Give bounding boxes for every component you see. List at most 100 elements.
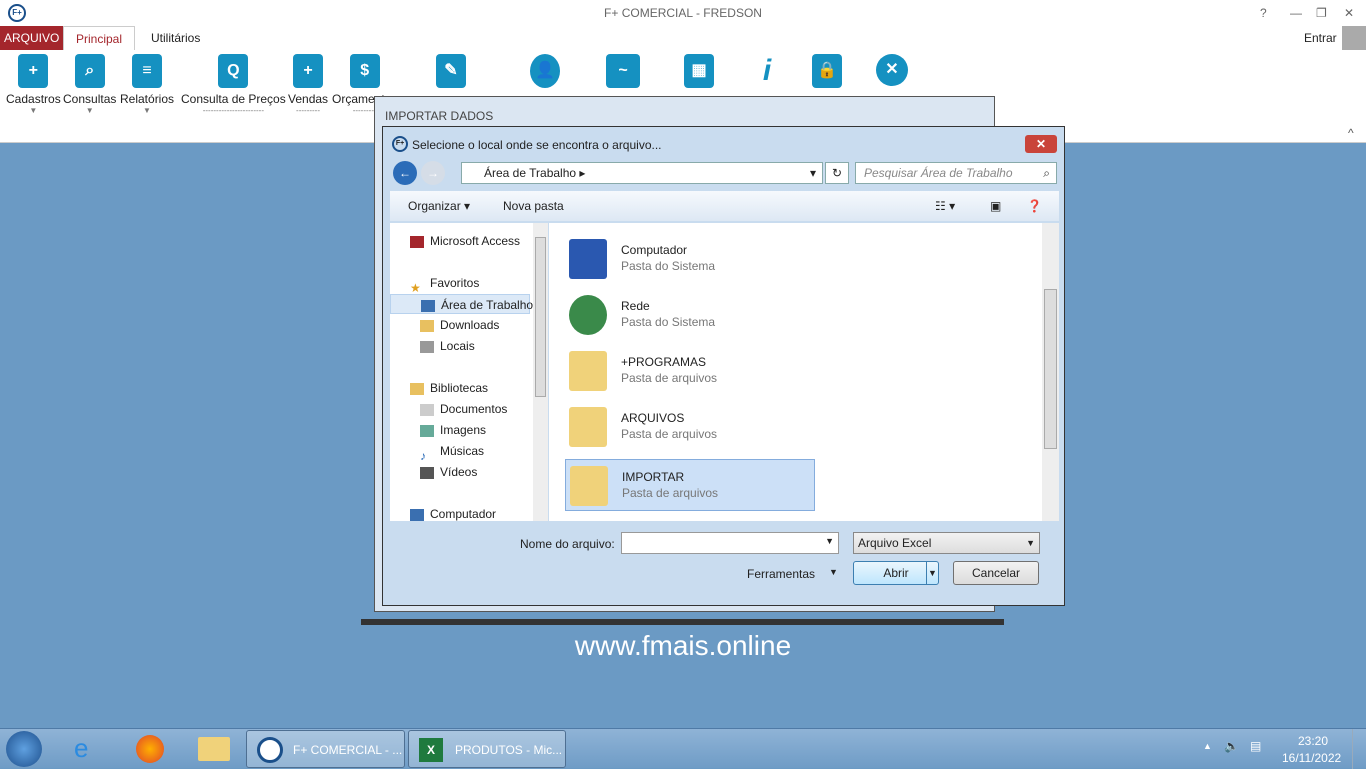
user-lock-button[interactable]: 🔒	[812, 54, 842, 88]
tools-menu[interactable]: Ferramentas	[747, 567, 815, 581]
videos-icon	[420, 466, 434, 479]
avatar[interactable]	[1342, 26, 1366, 50]
dialog-close-button[interactable]: ✕	[1025, 135, 1057, 153]
tab-arquivo[interactable]: ARQUIVO	[0, 26, 64, 50]
service-order-icon: ✎	[436, 54, 466, 88]
search-input[interactable]: Pesquisar Área de Trabalho ⌕	[855, 162, 1057, 184]
filetype-select[interactable]: Arquivo Excel ▼	[853, 532, 1040, 554]
tree-item-imagens[interactable]: Imagens	[420, 420, 486, 440]
internet-explorer-icon[interactable]: e	[74, 733, 88, 764]
cancel-button[interactable]: Cancelar	[953, 561, 1039, 585]
file-item-programas[interactable]: +PROGRAMAS Pasta de arquivos	[565, 345, 815, 397]
address-path: Área de Trabalho	[484, 166, 577, 180]
tools-dropdown-icon[interactable]: ▼	[829, 567, 838, 577]
minimize-button[interactable]: —	[1290, 0, 1302, 26]
taskbar-item-fcomercial[interactable]: F+ COMERCIAL - ...	[246, 730, 405, 768]
downloads-icon	[420, 319, 434, 332]
clock-date[interactable]: 16/11/2022	[1282, 751, 1341, 765]
close-button[interactable]: ✕	[1344, 0, 1354, 26]
vendas-button[interactable]: + Vendas ---------	[288, 54, 328, 115]
admin-user-icon: 👤	[530, 54, 560, 88]
tree-scrollbar[interactable]	[533, 223, 548, 521]
dialog-app-icon: F+	[392, 136, 408, 152]
cash-button[interactable]: ▦	[684, 54, 714, 88]
consulta-precos-button[interactable]: Q Consulta de Preços ---------------------…	[181, 54, 286, 115]
report-icon: ≡	[132, 54, 163, 88]
search-icon: ⌕	[1043, 166, 1050, 180]
collapse-ribbon-icon[interactable]: ^	[1348, 126, 1354, 140]
places-icon	[420, 340, 434, 353]
restore-button[interactable]: ❐	[1316, 0, 1327, 26]
open-button[interactable]: Abrir ▼	[853, 561, 939, 585]
new-folder-button[interactable]: Nova pasta	[503, 191, 564, 221]
file-list-scrollbar[interactable]	[1042, 223, 1059, 521]
volume-icon[interactable]: 🔈	[1224, 739, 1239, 753]
tab-utilitarios[interactable]: Utilitários	[139, 26, 212, 50]
address-bar[interactable]: Área de Trabalho ▸ ▾	[461, 162, 823, 184]
filename-input[interactable]: ▼	[621, 532, 839, 554]
admin-button[interactable]: 👤	[530, 54, 560, 88]
tree-item-bibliotecas[interactable]: Bibliotecas	[410, 378, 488, 398]
forward-button[interactable]: →	[421, 161, 445, 185]
computer-icon	[569, 239, 607, 279]
service-order-button[interactable]: ✎	[436, 54, 466, 88]
excel-icon: X	[419, 738, 443, 762]
login-link[interactable]: Entrar	[1304, 31, 1337, 45]
file-item-importar[interactable]: IMPORTAR Pasta de arquivos	[565, 459, 815, 511]
cadastros-button[interactable]: + Cadastros ▼	[6, 54, 61, 115]
taskbar: e F+ COMERCIAL - ... X PRODUTOS - Mic... …	[0, 728, 1366, 769]
file-item-arquivos[interactable]: ARQUIVOS Pasta de arquivos	[565, 401, 815, 453]
fplus-icon	[257, 737, 283, 763]
ribbon-tabs: ARQUIVO Principal Utilitários Entrar	[0, 26, 1366, 50]
cash-register-icon: ▦	[684, 54, 714, 88]
file-item-rede[interactable]: Rede Pasta do Sistema	[565, 289, 815, 341]
help-button[interactable]: ?	[1260, 0, 1267, 26]
refresh-button[interactable]: ↻	[825, 162, 849, 184]
title-bar: F+ F+ COMERCIAL - FREDSON ? — ❐ ✕	[0, 0, 1366, 26]
star-icon: ★	[410, 280, 421, 295]
consultas-button[interactable]: ⌕ Consultas ▼	[63, 54, 116, 115]
close-circle-icon: ✕	[876, 54, 908, 86]
libraries-icon	[410, 382, 424, 395]
tray-expand-icon[interactable]: ▲	[1203, 741, 1212, 751]
taskbar-item-excel[interactable]: X PRODUTOS - Mic...	[408, 730, 566, 768]
navigation-pane: Microsoft Access ★ Favoritos Área de Trab…	[390, 223, 548, 521]
divider	[361, 619, 1004, 625]
start-button[interactable]	[6, 731, 42, 767]
tab-principal[interactable]: Principal	[63, 26, 136, 50]
help-icon[interactable]: ❓	[1027, 191, 1042, 221]
back-button[interactable]: ←	[393, 161, 417, 185]
document-search-icon: ⌕	[74, 54, 105, 88]
tree-item-area-de-trabalho[interactable]: Área de Trabalho	[390, 294, 533, 314]
file-list: Computador Pasta do Sistema Rede Pasta do …	[549, 223, 1059, 521]
show-desktop-button[interactable]	[1352, 729, 1366, 769]
clock-time[interactable]: 23:20	[1298, 734, 1328, 748]
info-button[interactable]: i	[752, 54, 782, 88]
tree-item-computador[interactable]: Computador	[410, 504, 496, 524]
network-tray-icon[interactable]: ▤	[1250, 739, 1261, 753]
movement-button[interactable]: ~	[606, 54, 640, 88]
relatorios-button[interactable]: ≡ Relatórios ▼	[120, 54, 174, 115]
tree-item-favoritos[interactable]: ★ Favoritos	[410, 273, 479, 295]
folder-icon	[570, 466, 608, 506]
address-dropdown-icon[interactable]: ▾	[810, 163, 816, 183]
file-explorer-icon[interactable]	[198, 737, 230, 761]
tree-item-downloads[interactable]: Downloads	[420, 315, 499, 335]
command-bar: Organizar ▾ Nova pasta ☷ ▾ ▣ ❓	[390, 191, 1059, 221]
tree-item-locais[interactable]: Locais	[420, 336, 475, 356]
exit-button[interactable]: ✕	[876, 54, 908, 86]
folder-icon	[569, 351, 607, 391]
monitor-search-icon: Q	[218, 54, 249, 88]
view-options-button[interactable]: ☷ ▾	[935, 191, 955, 221]
basket-icon: +	[293, 54, 324, 88]
firefox-icon[interactable]	[136, 735, 164, 763]
organize-button[interactable]: Organizar ▾	[408, 191, 470, 221]
tree-item-videos[interactable]: Vídeos	[420, 462, 477, 482]
computer-icon	[410, 508, 424, 521]
preview-pane-button[interactable]: ▣	[990, 191, 1001, 221]
tree-item-documentos[interactable]: Documentos	[420, 399, 507, 419]
tree-item-microsoft-access[interactable]: Microsoft Access	[410, 231, 520, 251]
file-item-computador[interactable]: Computador Pasta do Sistema	[565, 233, 815, 285]
tree-item-musicas[interactable]: ♪ Músicas	[420, 441, 484, 463]
info-icon: i	[762, 54, 772, 87]
